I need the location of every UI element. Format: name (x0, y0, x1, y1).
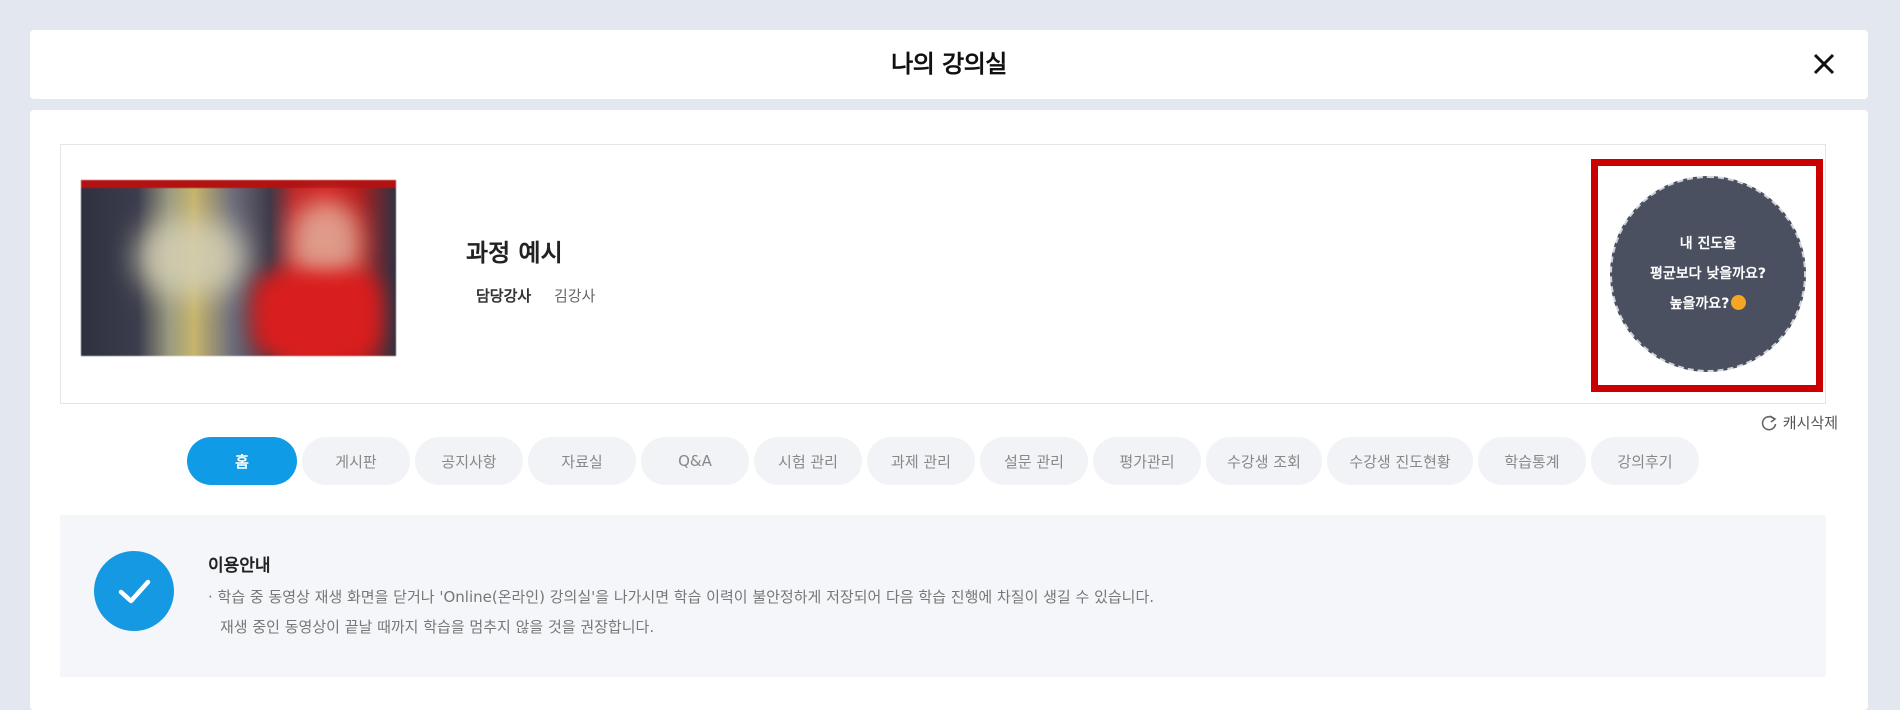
cache-clear-button[interactable]: 캐시삭제 (1760, 412, 1838, 433)
instructor-label: 담당강사 (476, 287, 532, 305)
progress-compare-button[interactable]: 내 진도율 평균보다 낮을까요? 높을까요? (1610, 176, 1806, 372)
instructor-info: 담당강사 김강사 (476, 285, 595, 306)
page-title: 나의 강의실 (891, 50, 1007, 78)
check-icon (94, 551, 174, 631)
notice-text-1: · 학습 중 동영상 재생 화면을 닫거나 'Online(온라인) 강의실'을… (208, 588, 1155, 606)
tab-board[interactable]: 게시판 (302, 437, 410, 485)
usage-notice: 이용안내 · 학습 중 동영상 재생 화면을 닫거나 'Online(온라인) … (60, 515, 1826, 677)
course-thumbnail (81, 180, 396, 356)
instructor-name: 김강사 (553, 287, 596, 305)
main-panel: 과정 예시 담당강사 김강사 내 진도율 평균보다 낮을까요? 높을까요? 캐시… (30, 110, 1868, 710)
course-card: 과정 예시 담당강사 김강사 내 진도율 평균보다 낮을까요? 높을까요? (60, 144, 1826, 404)
tab-notice[interactable]: 공지사항 (415, 437, 523, 485)
close-icon[interactable] (1810, 50, 1838, 78)
refresh-icon (1761, 414, 1777, 430)
header-bar: 나의 강의실 (30, 30, 1868, 99)
progress-line-3: 높을까요? (1669, 296, 1730, 312)
tab-reviews[interactable]: 강의후기 (1591, 437, 1699, 485)
flushed-face-emoji-icon (1731, 295, 1747, 310)
tab-students[interactable]: 수강생 조회 (1206, 437, 1322, 485)
tab-statistics[interactable]: 학습통계 (1478, 437, 1586, 485)
tab-archive[interactable]: 자료실 (528, 437, 636, 485)
tab-home[interactable]: 홈 (187, 437, 297, 485)
tab-exam[interactable]: 시험 관리 (754, 437, 862, 485)
progress-line-1: 내 진도율 (1679, 236, 1737, 252)
tab-assignment[interactable]: 과제 관리 (867, 437, 975, 485)
progress-highlight-box: 내 진도율 평균보다 낮을까요? 높을까요? (1591, 159, 1823, 392)
cache-clear-label: 캐시삭제 (1782, 414, 1838, 432)
tab-student-progress[interactable]: 수강생 진도현황 (1327, 437, 1473, 485)
notice-title: 이용안내 (208, 556, 271, 576)
course-title: 과정 예시 (466, 239, 563, 267)
progress-line-2: 평균보다 낮을까요? (1649, 266, 1767, 282)
tab-evaluation[interactable]: 평가관리 (1093, 437, 1201, 485)
tab-survey[interactable]: 설문 관리 (980, 437, 1088, 485)
tab-qna[interactable]: Q&A (641, 437, 749, 485)
notice-text-2: 재생 중인 동영상이 끝날 때까지 학습을 멈추지 않을 것을 권장합니다. (220, 618, 655, 636)
tab-bar: 홈 게시판 공지사항 자료실 Q&A 시험 관리 과제 관리 설문 관리 평가관… (187, 437, 1699, 485)
